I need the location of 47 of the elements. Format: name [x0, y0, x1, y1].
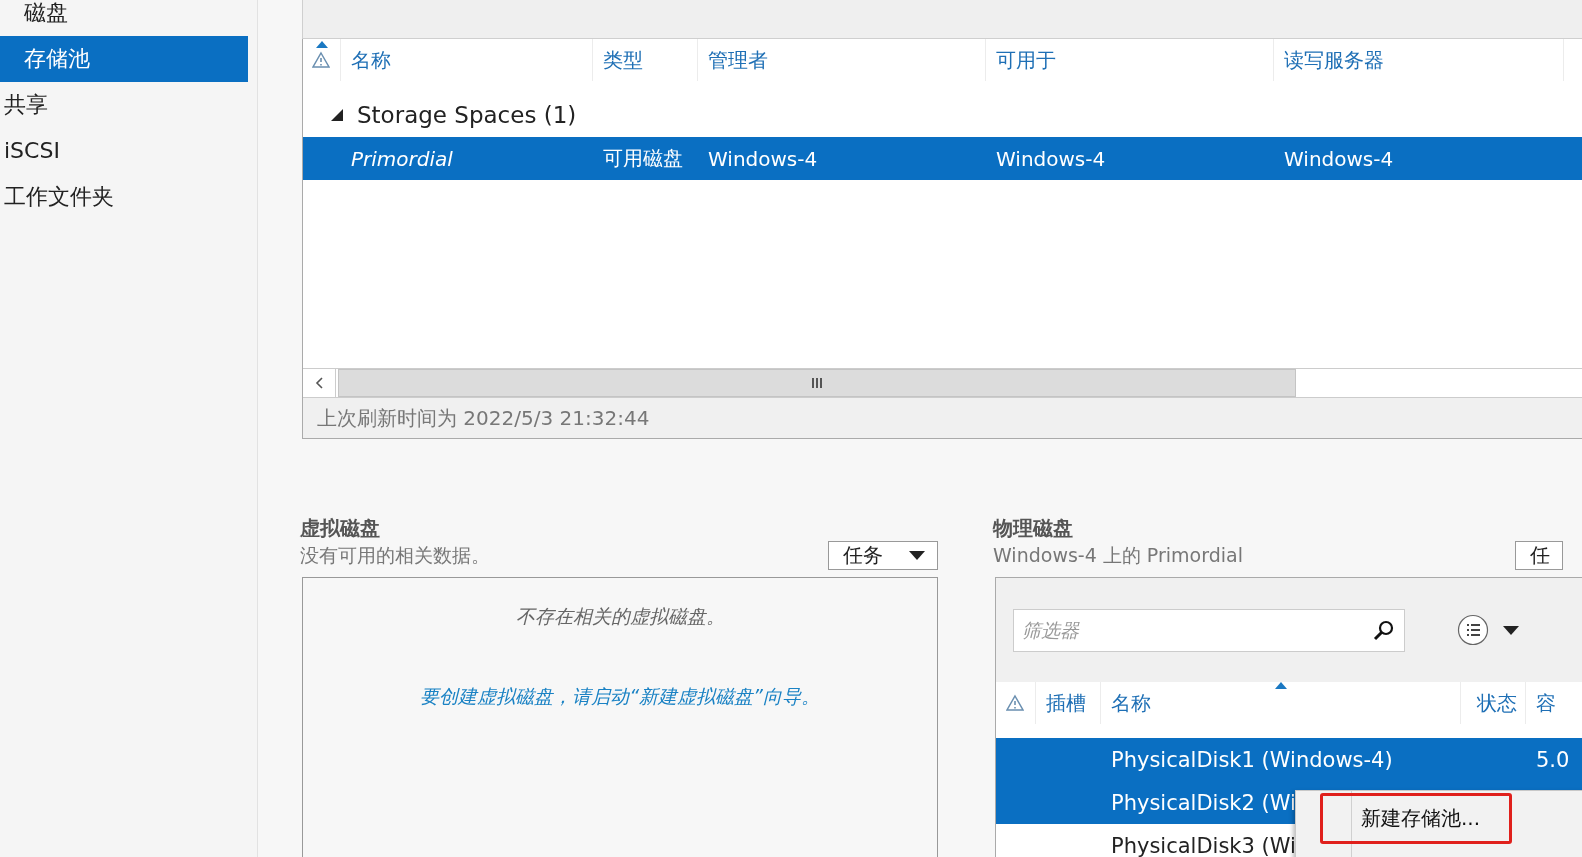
group-label: Storage Spaces (1): [357, 102, 577, 128]
table-cell: 可用磁盘: [603, 146, 683, 170]
sidebar-item[interactable]: 共享: [0, 82, 248, 128]
list-view-icon[interactable]: [1457, 614, 1489, 646]
column-header[interactable]: 状态: [1461, 682, 1526, 724]
column-header[interactable]: 名称: [341, 39, 593, 81]
wizard-link[interactable]: 要创建虚拟磁盘，请启动“新建虚拟磁盘”向导。: [420, 684, 820, 710]
tasks-button[interactable]: 任: [1515, 541, 1563, 570]
table-cell: Windows-4: [1284, 146, 1394, 171]
column-header[interactable]: 读写服务器: [1274, 39, 1564, 81]
table-cell: PhysicalDisk2 (Wi: [1111, 790, 1296, 815]
section-subtitle: Windows-4 上的 Primordial: [993, 542, 1244, 568]
column-header[interactable]: 管理者: [698, 39, 986, 81]
sidebar-item[interactable]: iSCSI: [0, 128, 248, 174]
sidebar-item[interactable]: 磁盘: [0, 0, 248, 36]
expanded-triangle-icon[interactable]: [331, 109, 343, 121]
last-refresh-text: 上次刷新时间为 2022/5/3 21:32:44: [317, 406, 650, 430]
grip-icon: [811, 378, 823, 388]
column-header[interactable]: 插槽: [1036, 682, 1101, 724]
table-row[interactable]: Primordial 可用磁盘 Windows-4 Windows-4 Windows-4: [303, 137, 1582, 180]
warning-icon: [312, 51, 330, 69]
column-header[interactable]: 可用于: [986, 39, 1274, 81]
caret-icon: [909, 551, 925, 560]
section-title: 物理磁盘: [993, 515, 1074, 541]
menu-item[interactable]: 新建存储池...: [1320, 793, 1512, 844]
caret-icon: [1503, 625, 1519, 635]
table-cell: Primordial: [351, 146, 453, 171]
tasks-button[interactable]: 任务: [828, 541, 938, 570]
table-cell: Windows-4: [708, 146, 818, 171]
section-subtitle: 没有可用的相关数据。: [300, 542, 490, 568]
empty-message: 不存在相关的虚拟磁盘。: [515, 604, 725, 629]
scroll-left-icon[interactable]: [315, 377, 323, 389]
column-header[interactable]: 名称: [1101, 682, 1461, 724]
column-header[interactable]: 容: [1526, 682, 1582, 724]
horizontal-scrollbar[interactable]: [303, 368, 1582, 398]
search-icon[interactable]: [1373, 618, 1395, 641]
sidebar-item[interactable]: 工作文件夹: [0, 174, 248, 220]
warning-icon: [1006, 694, 1024, 712]
filter-field[interactable]: 筛选器: [1013, 608, 1405, 652]
table-cell: PhysicalDisk3 (Wi: [1111, 833, 1296, 857]
table-row[interactable]: PhysicalDisk1 (Windows-4) 5.0: [996, 738, 1582, 781]
table-cell: Windows-4: [996, 146, 1106, 171]
column-header[interactable]: 类型: [593, 39, 698, 81]
sidebar-item[interactable]: 存储池: [0, 36, 248, 82]
table-cell: 5.0: [1536, 747, 1570, 772]
section-title: 虚拟磁盘: [300, 515, 381, 541]
table-cell: PhysicalDisk1 (Windows-4): [1111, 747, 1393, 772]
